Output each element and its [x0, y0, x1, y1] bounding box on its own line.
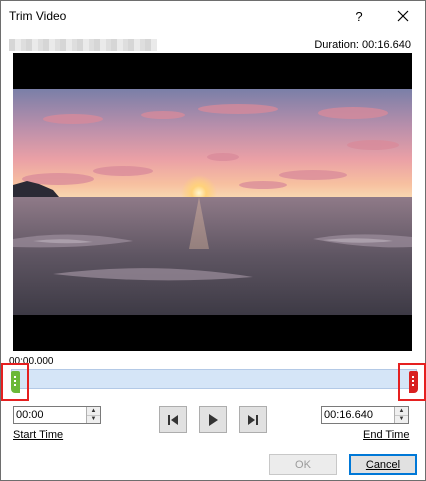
dialog-title: Trim Video: [9, 9, 67, 23]
blurred-file-name: [9, 39, 157, 51]
end-time-spinner[interactable]: ▲ ▼: [321, 406, 409, 424]
cancel-button-label: Cancel: [365, 458, 401, 471]
video-preview: [13, 53, 412, 351]
spin-up-icon[interactable]: ▲: [395, 407, 408, 415]
next-frame-button[interactable]: [239, 406, 267, 433]
start-trim-handle[interactable]: [1, 363, 29, 401]
start-time-label-text: Start Time: [13, 429, 64, 441]
start-time-input[interactable]: [14, 407, 86, 423]
play-button[interactable]: [199, 406, 227, 433]
start-time-arrows: ▲ ▼: [86, 407, 100, 423]
trim-timeline[interactable]: [11, 369, 417, 389]
start-time-label: Start Time: [13, 429, 63, 441]
close-icon: [397, 10, 409, 22]
play-icon: [209, 413, 218, 426]
previous-frame-button[interactable]: [159, 406, 187, 433]
help-button[interactable]: ?: [348, 5, 370, 27]
cancel-button[interactable]: Cancel: [349, 454, 417, 475]
duration-text: Duration: 00:16.640: [314, 39, 411, 51]
title-bar: Trim Video ?: [1, 1, 425, 31]
end-time-arrows: ▲ ▼: [394, 407, 408, 423]
start-time-spinner[interactable]: ▲ ▼: [13, 406, 101, 424]
end-marker-icon: [409, 371, 418, 393]
spin-up-icon[interactable]: ▲: [87, 407, 100, 415]
trim-video-dialog: Trim Video ? Duration: 00:16.640 00:00.0…: [0, 0, 426, 481]
end-time-label-text: End Time: [363, 429, 410, 441]
ok-button[interactable]: OK: [269, 454, 337, 475]
end-time-label: End Time: [363, 429, 409, 441]
spin-down-icon[interactable]: ▼: [395, 414, 408, 423]
end-time-input[interactable]: [322, 407, 394, 423]
end-trim-handle[interactable]: [398, 363, 426, 401]
spin-down-icon[interactable]: ▼: [87, 414, 100, 423]
start-marker-icon: [11, 371, 20, 393]
close-button[interactable]: [392, 5, 414, 27]
previous-frame-icon: [168, 414, 178, 425]
next-frame-icon: [248, 414, 258, 425]
sunset-video-frame: [13, 89, 412, 315]
